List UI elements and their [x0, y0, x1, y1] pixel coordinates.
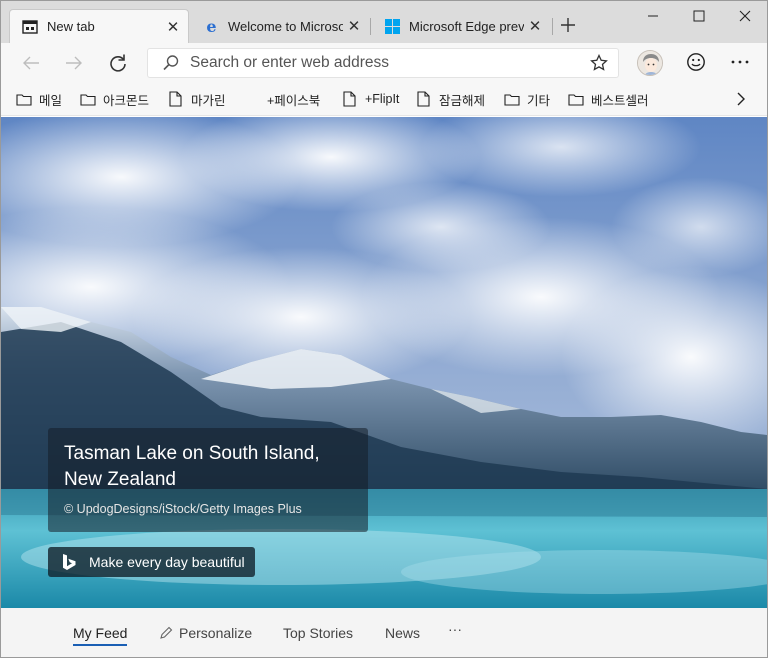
- feed-more-label: ···: [448, 621, 462, 637]
- folder-icon: [79, 91, 96, 107]
- favorite-item[interactable]: +FlipIt: [341, 89, 399, 109]
- tab-new-tab[interactable]: New tab ✕: [9, 9, 189, 43]
- refresh-button[interactable]: [104, 49, 132, 77]
- favorite-label: +페이스북: [267, 93, 321, 108]
- settings-more-button[interactable]: [728, 50, 752, 74]
- favorite-star-button[interactable]: [588, 52, 610, 74]
- pencil-icon: [160, 626, 173, 639]
- close-icon: [739, 10, 751, 22]
- tab-welcome[interactable]: e Welcome to Microsoft ✕: [191, 9, 369, 43]
- favorite-label: 베스트셀러: [591, 93, 649, 108]
- profile-avatar[interactable]: [637, 50, 663, 76]
- tab-title: Microsoft Edge previe: [409, 18, 524, 34]
- tab-top-stories[interactable]: Top Stories: [283, 625, 353, 641]
- favorite-label: 잠금해제: [439, 93, 486, 108]
- search-icon: [163, 55, 179, 71]
- favorites-bar: 메일 아크몬드 마가린 +페이스북 +FlipIt 잠금해제 기타 베스트셀러: [1, 83, 767, 116]
- refresh-icon: [110, 54, 126, 72]
- close-tab-icon[interactable]: ✕: [162, 16, 184, 38]
- profile-picture-icon: [638, 51, 662, 75]
- forward-arrow-icon: [66, 56, 82, 70]
- favorite-label: 마가린: [191, 93, 226, 108]
- tab-separator: [370, 18, 371, 35]
- maximize-icon: [693, 10, 705, 22]
- star-icon: [590, 54, 608, 71]
- favorites-overflow-button[interactable]: [733, 90, 749, 108]
- new-tab-page-icon: [21, 18, 39, 36]
- favorite-item[interactable]: 기타: [503, 89, 550, 109]
- news-feed-bar: My Feed Personalize Top Stories News ···: [1, 608, 767, 657]
- favorite-item[interactable]: 아크몬드: [79, 89, 149, 109]
- address-bar[interactable]: [147, 48, 619, 78]
- image-credit: © UpdogDesigns/iStock/Getty Images Plus: [64, 502, 302, 516]
- landscape-background-image: [1, 117, 767, 608]
- favorite-item[interactable]: +페이스북: [267, 89, 320, 109]
- feed-more-button[interactable]: ···: [448, 621, 462, 637]
- close-tab-icon[interactable]: ✕: [343, 15, 365, 37]
- active-tab-underline: [73, 644, 127, 646]
- favorite-item[interactable]: 메일: [15, 89, 62, 109]
- page-icon: [167, 91, 184, 107]
- bing-logo-icon: [63, 554, 76, 570]
- address-input[interactable]: [190, 54, 588, 72]
- plus-icon: [561, 18, 575, 32]
- tab-title: Welcome to Microsoft: [228, 18, 343, 34]
- image-caption-card[interactable]: Tasman Lake on South Island, New Zealand…: [48, 428, 368, 532]
- page-icon: [415, 91, 432, 107]
- favorite-label: 메일: [39, 93, 63, 108]
- favorite-label: 기타: [527, 93, 551, 108]
- page-icon: [341, 91, 358, 107]
- tab-news[interactable]: News: [385, 625, 420, 641]
- tab-my-feed[interactable]: My Feed: [73, 625, 127, 641]
- minimize-button[interactable]: [629, 1, 677, 31]
- tab-edge-preview[interactable]: Microsoft Edge previe ✕: [372, 9, 550, 43]
- tab-title: New tab: [47, 19, 95, 34]
- forward-button[interactable]: [60, 49, 88, 77]
- browser-window: New tab ✕ e Welcome to Microsoft ✕ Micro…: [0, 0, 768, 658]
- ellipsis-icon: [731, 60, 749, 64]
- feed-tab-label: Personalize: [179, 625, 253, 641]
- tab-personalize[interactable]: Personalize: [159, 625, 252, 641]
- edge-legacy-icon: e: [202, 17, 220, 35]
- folder-icon: [567, 91, 584, 107]
- smiley-icon: [687, 53, 705, 71]
- new-tab-button[interactable]: [557, 13, 579, 37]
- navigation-toolbar: [1, 43, 767, 83]
- favorite-item[interactable]: 베스트셀러: [567, 89, 649, 109]
- windows-logo-icon: [383, 17, 401, 35]
- back-button[interactable]: [17, 49, 45, 77]
- tab-separator: [552, 18, 553, 35]
- bing-button-label: Make every day beautiful: [89, 554, 245, 570]
- background-image-hero: Tasman Lake on South Island, New Zealand…: [1, 117, 767, 608]
- svg-text:e: e: [206, 18, 216, 35]
- chevron-right-icon: [737, 92, 745, 106]
- favorite-item[interactable]: 마가린: [167, 89, 226, 109]
- image-title: Tasman Lake on South Island, New Zealand: [64, 443, 320, 490]
- feedback-button[interactable]: [684, 50, 708, 74]
- back-arrow-icon: [23, 56, 39, 70]
- minimize-icon: [648, 15, 658, 17]
- favorite-label: +FlipIt: [365, 92, 400, 106]
- favorite-label: 아크몬드: [103, 93, 150, 108]
- feed-tab-label: News: [385, 625, 421, 641]
- tab-strip: New tab ✕ e Welcome to Microsoft ✕ Micro…: [1, 1, 767, 43]
- feed-tab-label: Top Stories: [283, 625, 354, 641]
- close-window-button[interactable]: [721, 1, 767, 31]
- close-tab-icon[interactable]: ✕: [524, 15, 546, 37]
- folder-icon: [15, 91, 32, 107]
- favorite-item[interactable]: 잠금해제: [415, 89, 485, 109]
- bing-make-every-day-beautiful-button[interactable]: Make every day beautiful: [48, 547, 255, 577]
- folder-icon: [503, 91, 520, 107]
- maximize-button[interactable]: [675, 1, 723, 31]
- feed-tab-label: My Feed: [73, 625, 128, 641]
